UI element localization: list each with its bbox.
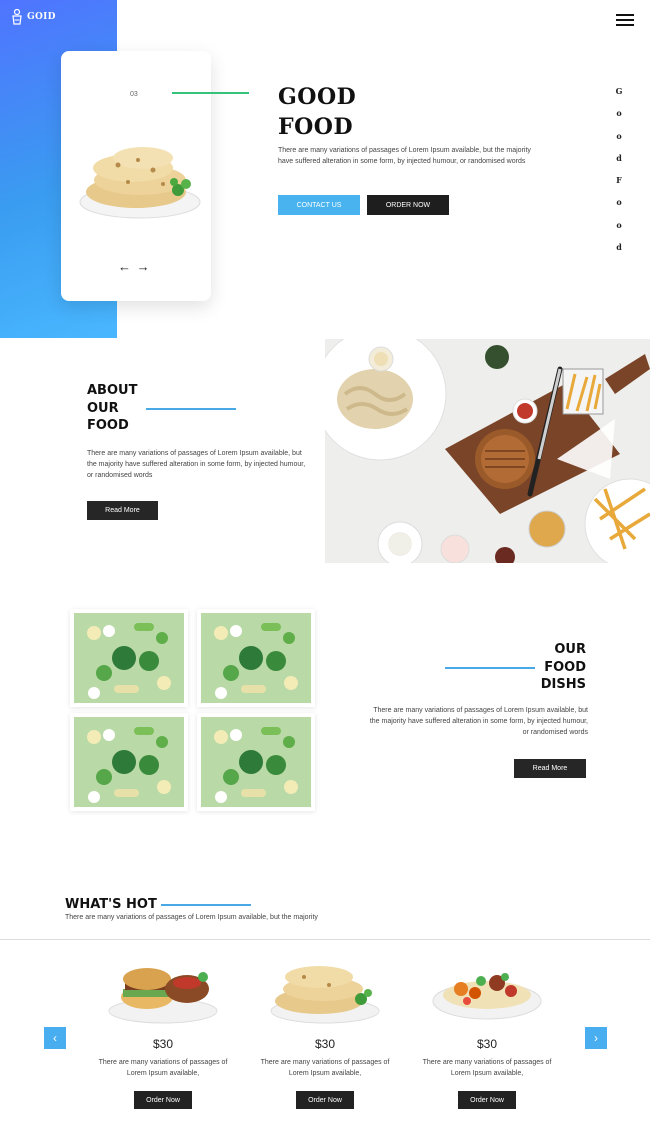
product-card: $30 There are many variations of passage… bbox=[407, 955, 567, 1109]
product-price: $30 bbox=[314, 1037, 336, 1051]
chevron-right-icon: › bbox=[594, 1031, 598, 1045]
product-price: $30 bbox=[152, 1037, 174, 1051]
carousel-next-button[interactable]: › bbox=[585, 1027, 607, 1049]
chevron-left-icon: ‹ bbox=[53, 1031, 57, 1045]
veggie-flatlay-image bbox=[74, 613, 184, 703]
dish-tile-1[interactable] bbox=[70, 609, 188, 707]
slide-number: 03 bbox=[130, 91, 138, 98]
dishes-accent-line bbox=[445, 667, 535, 669]
section-divider bbox=[0, 939, 650, 940]
about-accent-line bbox=[146, 408, 236, 410]
arrow-right-icon[interactable]: → bbox=[137, 259, 151, 274]
vertical-good-food-text: G o o d F o o d bbox=[615, 86, 623, 253]
product-description: There are many variations of passages of… bbox=[422, 1059, 552, 1077]
product-order-now-button[interactable]: Order Now bbox=[134, 1091, 192, 1109]
dishes-title: OUR FOOD DISHS bbox=[540, 642, 586, 692]
hero-title: GOOD FOOD bbox=[278, 84, 357, 140]
product-order-now-button[interactable]: Order Now bbox=[458, 1091, 516, 1109]
product-card: $30 There are many variations of passage… bbox=[245, 955, 405, 1109]
product-description: There are many variations of passages of… bbox=[260, 1059, 390, 1077]
hero-accent-line bbox=[172, 92, 249, 94]
dish-tile-3[interactable] bbox=[70, 713, 188, 811]
about-title: ABOUT OUR FOOD bbox=[87, 383, 138, 433]
flatbread-plate-image bbox=[79, 147, 201, 219]
arrow-left-icon[interactable]: ← bbox=[118, 259, 132, 274]
slider-arrows: ← → bbox=[118, 259, 151, 274]
whats-hot-title: WHAT'S HOT bbox=[65, 897, 157, 912]
contact-us-button[interactable]: CONTACT US bbox=[278, 195, 360, 215]
dish-tile-2[interactable] bbox=[197, 609, 315, 707]
whats-hot-subtitle: There are many variations of passages of… bbox=[65, 914, 318, 921]
about-description: There are many variations of passages of… bbox=[87, 450, 306, 479]
logo-text: GOID bbox=[27, 12, 56, 22]
product-description: There are many variations of passages of… bbox=[98, 1059, 228, 1077]
rice-plate-image bbox=[407, 955, 567, 1025]
hamburger-icon[interactable] bbox=[616, 14, 634, 28]
carousel-prev-button[interactable]: ‹ bbox=[44, 1027, 66, 1049]
hero-description: There are many variations of passages of… bbox=[278, 147, 531, 165]
veggie-flatlay-image bbox=[201, 613, 311, 703]
product-order-now-button[interactable]: Order Now bbox=[296, 1091, 354, 1109]
dish-tile-4[interactable] bbox=[197, 713, 315, 811]
veggie-flatlay-image bbox=[74, 717, 184, 807]
dishes-read-more-button[interactable]: Read More bbox=[514, 759, 586, 778]
flatbread-plate-image bbox=[245, 955, 405, 1025]
burger-fries-photo bbox=[325, 339, 650, 563]
chef-hat-icon bbox=[12, 9, 22, 25]
veggie-flatlay-image bbox=[201, 717, 311, 807]
dishes-description: There are many variations of passages of… bbox=[369, 707, 588, 736]
product-card: $30 There are many variations of passage… bbox=[83, 955, 243, 1109]
about-read-more-button[interactable]: Read More bbox=[87, 501, 158, 520]
order-now-button[interactable]: ORDER NOW bbox=[367, 195, 449, 215]
product-price: $30 bbox=[476, 1037, 498, 1051]
whats-hot-accent-line bbox=[161, 904, 251, 906]
logo[interactable]: GOID bbox=[11, 9, 56, 25]
burger-plate-image bbox=[83, 955, 243, 1025]
